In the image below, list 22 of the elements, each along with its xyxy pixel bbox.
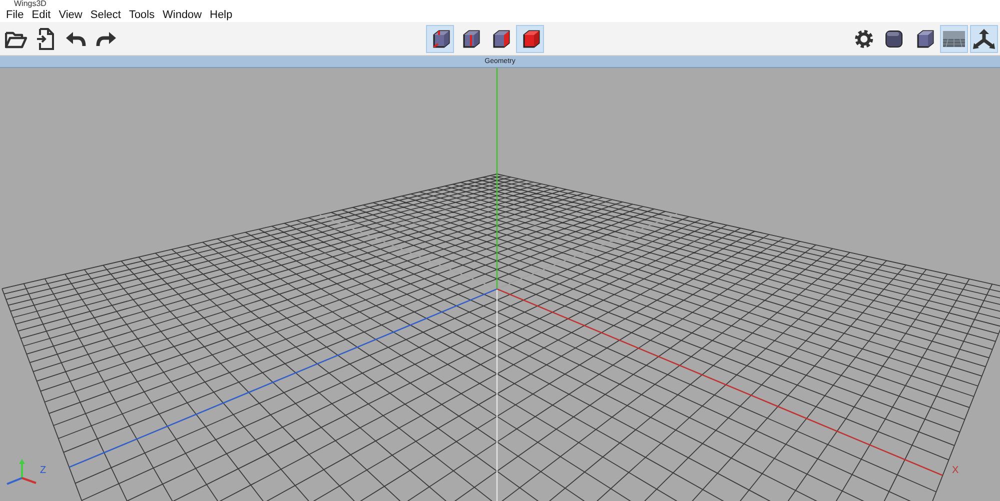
- axis-gizmo-drawing: [4, 458, 38, 488]
- smooth-cube-icon: [883, 28, 905, 50]
- menu-item[interactable]: View: [54, 9, 86, 21]
- axis-label: Z: [40, 465, 46, 476]
- view-toggle-button[interactable]: [940, 24, 968, 52]
- ground-grid-icon: [942, 28, 966, 48]
- menu-item[interactable]: Help: [206, 9, 236, 21]
- selection-mode-button[interactable]: [516, 24, 544, 52]
- redo-arrow-icon: [95, 30, 117, 48]
- selection-mode-button[interactable]: [426, 24, 454, 52]
- view-toggle-button[interactable]: [970, 24, 998, 52]
- menu-item[interactable]: Select: [86, 9, 125, 21]
- axes-arrows-icon: [972, 28, 996, 50]
- menu-item[interactable]: Edit: [28, 9, 55, 21]
- menu-item[interactable]: Tools: [124, 9, 159, 21]
- menu-item[interactable]: Window: [158, 9, 206, 21]
- axis-label: X: [952, 465, 959, 476]
- menu-item[interactable]: File: [2, 9, 28, 21]
- document-arrow-icon: [36, 28, 56, 50]
- undo-arrow-icon: [65, 30, 87, 48]
- window-title: Wings3D: [14, 0, 46, 8]
- settings-icon: [853, 28, 875, 50]
